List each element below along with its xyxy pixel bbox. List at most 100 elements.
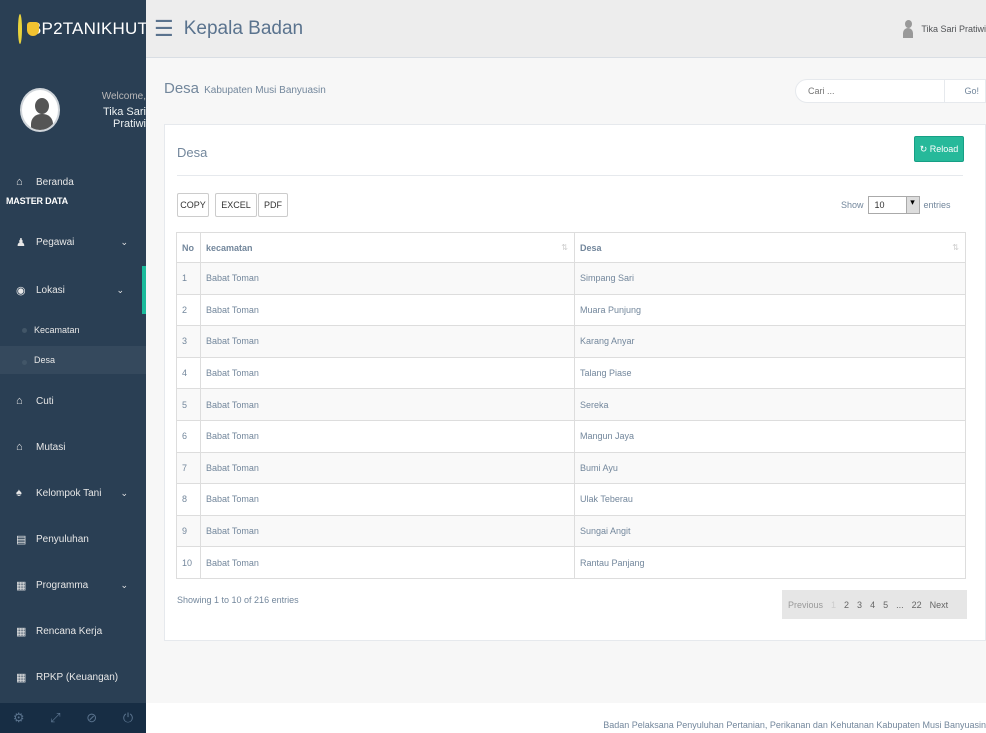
top-nav-title: Kepala Badan	[183, 17, 304, 39]
sidebar-item-label: Penyuluhan	[36, 533, 89, 545]
chevron-down-icon: ⌄	[120, 487, 128, 498]
column-header-kecamatan[interactable]: kecamatan ⇅	[200, 232, 575, 263]
cell-kecamatan: Babat Toman	[200, 546, 575, 579]
cell-kecamatan: Babat Toman	[200, 293, 575, 327]
excel-button[interactable]: EXCEL	[215, 193, 257, 217]
pagination-page-4[interactable]: 4	[870, 600, 875, 610]
sidebar-item-rpkp[interactable]: ▦ RPKP (Keuangan)	[0, 654, 146, 700]
search-input[interactable]	[795, 79, 945, 103]
reload-button[interactable]: ↻ Reload	[914, 136, 964, 162]
home-icon: ⌂	[16, 441, 23, 453]
table-row: 5 Babat Toman Sereka	[176, 388, 966, 421]
panel-title: Desa	[177, 145, 208, 160]
group-icon: ♠	[16, 487, 22, 499]
column-header-label: Desa	[580, 242, 602, 253]
column-header-label: kecamatan	[206, 242, 253, 253]
sidebar-subitem-desa[interactable]: Desa	[0, 346, 146, 374]
sidebar: BP2TANIKHUT Welcome, Tika Sari Pratiwi ⌂…	[0, 0, 149, 733]
fullscreen-icon[interactable]: ⤢	[50, 710, 60, 726]
entries-select[interactable]: 10	[867, 196, 920, 214]
profile: Welcome, Tika Sari Pratiwi	[0, 58, 146, 148]
entries-label: entries	[923, 200, 951, 210]
search-go-button[interactable]: Go!	[945, 79, 986, 103]
table-row: 3 Babat Toman Karang Anyar	[176, 325, 966, 358]
menu-toggle-icon[interactable]: ☰	[154, 16, 174, 42]
panel-divider	[177, 175, 963, 176]
table-header-row: No kecamatan ⇅ Desa ⇅	[176, 232, 966, 263]
column-header-no[interactable]: No	[176, 232, 201, 263]
sidebar-item-kelompok-tani[interactable]: ♠ Kelompok Tani ⌄	[0, 470, 146, 516]
table-row: 7 Babat Toman Bumi Ayu	[176, 451, 966, 485]
sidebar-item-label: RPKP (Keuangan)	[36, 671, 119, 683]
sidebar-item-pegawai[interactable]: ♟ Pegawai ⌄	[0, 218, 146, 266]
pagination-page-2[interactable]: 2	[844, 600, 849, 610]
cell-desa: Sereka	[574, 388, 966, 421]
cell-desa: Bumi Ayu	[574, 451, 966, 485]
chevron-down-icon: ⌄	[116, 284, 124, 295]
top-nav: ☰ Kepala Badan Tika Sari Pratiwi	[146, 0, 986, 58]
sidebar-item-label: Kelompok Tani	[36, 487, 102, 499]
user-menu[interactable]: Tika Sari Pratiwi	[903, 19, 986, 38]
page-title: Desa Kabupaten Musi Banyuasin	[164, 80, 326, 97]
search-group: Go!	[795, 79, 986, 103]
pagination: Previous 1 2 3 4 5 ... 22 Next	[782, 590, 967, 619]
brand[interactable]: BP2TANIKHUT	[0, 0, 149, 58]
show-label: Show	[841, 200, 864, 210]
brand-title: BP2TANIKHUT	[30, 19, 149, 38]
sidebar-item-lokasi[interactable]: ◉ Lokasi ⌄	[0, 266, 146, 314]
cell-no: 6	[176, 419, 201, 453]
sidebar-item-cuti[interactable]: ⌂ Cuti	[0, 378, 146, 424]
table-row: 4 Babat Toman Talang Piase	[176, 356, 966, 390]
sidebar-item-label: Programma	[36, 579, 89, 591]
pagination-page-1[interactable]: 1	[831, 600, 836, 610]
sidebar-item-label: Pegawai	[36, 236, 75, 248]
sidebar-item-beranda[interactable]: ⌂ Beranda	[0, 160, 146, 204]
eye-slash-icon[interactable]: ⊘	[86, 710, 97, 726]
page-heading: Desa	[164, 80, 200, 97]
sidebar-item-programma[interactable]: ▦ Programma ⌄	[0, 562, 146, 608]
cell-no: 4	[176, 356, 201, 390]
power-icon[interactable]: ⏻	[123, 710, 133, 726]
cell-desa: Simpang Sari	[574, 262, 966, 295]
cell-no: 5	[176, 388, 201, 421]
cell-kecamatan: Babat Toman	[200, 419, 575, 453]
regency-emblem-icon	[18, 14, 39, 44]
cell-kecamatan: Babat Toman	[200, 514, 575, 548]
sidebar-footer: ⚙ ⤢ ⊘ ⏻	[0, 703, 146, 733]
cell-no: 1	[176, 262, 201, 295]
home-icon: ⌂	[16, 395, 23, 407]
profile-name: Tika Sari Pratiwi	[103, 105, 146, 130]
chevron-down-icon: ⌄	[120, 236, 128, 247]
table-row: 1 Babat Toman Simpang Sari	[176, 262, 966, 295]
pagination-ellipsis: ...	[896, 599, 904, 610]
page-footer: Badan Pelaksana Penyuluhan Pertanian, Pe…	[146, 703, 986, 733]
copy-button[interactable]: COPY	[177, 193, 209, 217]
welcome-text: Welcome,	[101, 90, 146, 102]
sidebar-item-label: Cuti	[36, 395, 54, 407]
refresh-icon: ↻	[919, 143, 928, 154]
sidebar-subitem-kecamatan[interactable]: Kecamatan	[0, 314, 146, 346]
cell-no: 8	[176, 483, 201, 516]
sidebar-item-label: Beranda	[36, 176, 74, 188]
pagination-previous[interactable]: Previous	[788, 600, 823, 610]
table-row: 6 Babat Toman Mangun Jaya	[176, 419, 966, 453]
pdf-button[interactable]: PDF	[258, 193, 288, 217]
cell-desa: Ulak Teberau	[574, 483, 966, 516]
pagination-page-last[interactable]: 22	[912, 600, 922, 610]
avatar	[20, 88, 61, 132]
column-header-desa[interactable]: Desa ⇅	[574, 232, 966, 263]
pagination-next[interactable]: Next	[930, 600, 949, 610]
sidebar-item-rencana-kerja[interactable]: ▦ Rencana Kerja	[0, 608, 146, 654]
sidebar-item-penyuluhan[interactable]: ▤ Penyuluhan	[0, 516, 146, 562]
pagination-page-3[interactable]: 3	[857, 600, 862, 610]
calendar-icon: ▦	[16, 579, 27, 592]
sidebar-item-mutasi[interactable]: ⌂ Mutasi	[0, 424, 146, 470]
length-control: Show 10 entries	[841, 196, 951, 214]
desa-panel: Desa ↻ Reload COPY EXCEL PDF Show 10 ent…	[164, 124, 986, 641]
cell-kecamatan: Babat Toman	[200, 451, 575, 485]
pagination-page-5[interactable]: 5	[883, 600, 888, 610]
cell-no: 9	[176, 514, 201, 548]
calendar-icon: ▦	[16, 625, 27, 638]
cell-desa: Karang Anyar	[574, 325, 966, 358]
settings-icon[interactable]: ⚙	[13, 710, 25, 726]
